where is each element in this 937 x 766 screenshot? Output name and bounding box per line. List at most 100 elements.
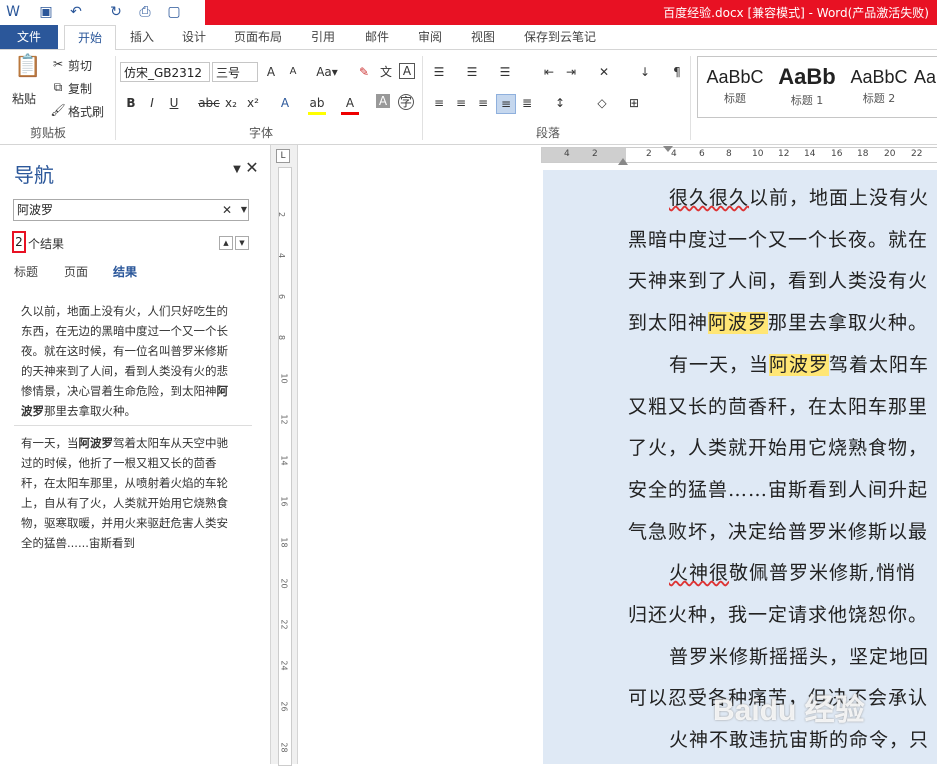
- multilevel-list-icon[interactable]: ☰: [496, 63, 514, 81]
- tab-headings[interactable]: 标题: [14, 263, 38, 280]
- document-line: 到太阳神阿波罗那里去拿取火种。: [628, 308, 928, 335]
- tab-layout[interactable]: 页面布局: [234, 25, 282, 49]
- clear-search-icon[interactable]: ✕: [218, 201, 236, 219]
- line-text: 那里去拿取火种。: [768, 312, 929, 335]
- strikethrough-icon[interactable]: abc: [198, 94, 220, 112]
- borders-icon[interactable]: ⊞: [625, 94, 643, 112]
- document-line: 很久很久以前，地面上没有火: [669, 183, 929, 210]
- line-text: 安全的猛兽……宙斯看到人间升起: [628, 478, 929, 501]
- subscript-icon[interactable]: x₂: [222, 94, 240, 112]
- style-next[interactable]: Aa: [914, 59, 936, 115]
- document-line: 黑暗中度过一个又一个长夜。就在: [628, 225, 928, 252]
- ruler-number: 2: [592, 149, 598, 159]
- text-effects-icon[interactable]: A: [276, 94, 294, 112]
- result-suffix: 个结果: [28, 237, 65, 251]
- tab-selector-icon[interactable]: L: [276, 149, 290, 163]
- style-heading-1[interactable]: AaBb 标题 1: [772, 59, 842, 115]
- group-divider: [422, 56, 423, 140]
- indent-marker-icon[interactable]: [618, 158, 628, 165]
- search-input[interactable]: 阿波罗: [13, 199, 249, 221]
- align-center-icon[interactable]: ≡: [452, 94, 470, 112]
- style-heading-2[interactable]: AaBbC 标题 2: [844, 59, 914, 115]
- increase-indent-icon[interactable]: ⇥: [562, 63, 580, 81]
- tab-view[interactable]: 视图: [471, 25, 495, 49]
- line-text: 又粗又长的茴香秆，在太阳车那里: [628, 395, 929, 418]
- line-text: 到太阳神: [628, 312, 709, 335]
- ruler-number: 14: [279, 455, 289, 466]
- ruler-number: 8: [277, 334, 287, 341]
- show-marks-icon[interactable]: ¶: [668, 63, 686, 81]
- phonetic-guide-icon[interactable]: 文: [377, 63, 395, 81]
- highlight-icon[interactable]: ab: [308, 94, 326, 115]
- document-line: 了火，人类就开始用它烧熟食物，: [628, 433, 928, 460]
- tab-review[interactable]: 审阅: [418, 25, 442, 49]
- bullets-icon[interactable]: ☰: [430, 63, 448, 81]
- tab-insert[interactable]: 插入: [130, 25, 154, 49]
- close-icon[interactable]: ✕: [243, 159, 261, 177]
- tab-results[interactable]: 结果: [113, 263, 137, 280]
- print-preview-icon[interactable]: ⎙: [136, 3, 154, 21]
- font-name-select[interactable]: 仿宋_GB2312: [120, 62, 210, 82]
- style-preview: Aa: [914, 67, 936, 87]
- font-color-icon[interactable]: A: [341, 94, 359, 115]
- sort-icon[interactable]: ↓: [636, 63, 654, 81]
- line-text: 驾着太阳车: [829, 353, 930, 376]
- document-line: 有一天，当阿波罗驾着太阳车: [669, 350, 929, 377]
- char-shading-icon[interactable]: A: [376, 94, 390, 108]
- ruler-margin: [542, 148, 626, 162]
- search-result-item[interactable]: 有一天，当阿波罗驾着太阳车从天空中驰过的时候，他折了一根又粗又长的茴香秆，在太阳…: [21, 433, 231, 553]
- shading-icon[interactable]: ◇: [593, 94, 611, 112]
- group-divider: [115, 56, 116, 140]
- first-line-indent-icon[interactable]: [663, 146, 673, 152]
- tab-pages[interactable]: 页面: [64, 263, 88, 280]
- document-page[interactable]: 很久很久以前，地面上没有火 黑暗中度过一个又一个长夜。就在 天神来到了人间，看到人类…: [543, 170, 937, 764]
- font-size-select[interactable]: 三号: [212, 62, 258, 82]
- horizontal-ruler: 4 2 2 4 6 8 10 12 14 16 18 20 22: [541, 147, 937, 163]
- clear-format-icon[interactable]: ✎: [355, 63, 373, 81]
- tab-cloud-notes[interactable]: 保存到云笔记: [524, 25, 596, 49]
- tab-home[interactable]: 开始: [64, 25, 116, 51]
- underline-icon[interactable]: U: [165, 94, 183, 112]
- search-result-item[interactable]: 久以前，地面上没有火，人们只好吃生的东西，在无边的黑暗中度过一个又一个长夜。就在…: [21, 301, 231, 421]
- ruler-number: 12: [778, 149, 790, 159]
- format-painter-button[interactable]: 格式刷: [68, 103, 104, 120]
- style-name: 标题 2: [862, 92, 896, 105]
- tab-references[interactable]: 引用: [311, 25, 335, 49]
- new-doc-icon[interactable]: ▢: [165, 3, 183, 21]
- tab-design[interactable]: 设计: [182, 25, 206, 49]
- undo-icon[interactable]: ↶: [67, 3, 85, 21]
- enclose-char-icon[interactable]: 字: [398, 94, 414, 110]
- style-title[interactable]: AaBbC 标题: [700, 59, 770, 115]
- cut-button[interactable]: 剪切: [68, 57, 92, 74]
- grow-font-icon[interactable]: A: [262, 63, 280, 81]
- prev-result-icon[interactable]: ▲: [219, 236, 233, 250]
- copy-button[interactable]: 复制: [68, 80, 92, 97]
- decrease-indent-icon[interactable]: ⇤: [540, 63, 558, 81]
- align-right-icon[interactable]: ≡: [474, 94, 492, 112]
- tab-file[interactable]: 文件: [0, 25, 58, 49]
- next-result-icon[interactable]: ▼: [235, 236, 249, 250]
- paste-button[interactable]: 粘贴: [12, 90, 36, 107]
- line-text: 有一天，当: [669, 353, 770, 376]
- italic-icon[interactable]: I: [143, 94, 161, 112]
- justify-icon[interactable]: ≡: [496, 94, 516, 114]
- superscript-icon[interactable]: x²: [244, 94, 262, 112]
- paste-icon: 📋: [14, 54, 42, 79]
- save-icon[interactable]: ▣: [37, 3, 55, 21]
- search-dropdown-icon[interactable]: ▼: [235, 201, 253, 219]
- align-left-icon[interactable]: ≡: [430, 94, 448, 112]
- char-border-icon[interactable]: A: [399, 63, 415, 79]
- ruler-number: 18: [857, 149, 869, 159]
- line-text: 敬佩普罗米修斯,悄悄: [729, 562, 917, 585]
- chinese-layout-icon[interactable]: ✕: [595, 63, 613, 81]
- line-spacing-icon[interactable]: ↕: [551, 94, 569, 112]
- redo-icon[interactable]: ↻: [107, 3, 125, 21]
- distributed-icon[interactable]: ≣: [518, 94, 536, 112]
- style-preview: AaBb: [778, 64, 836, 89]
- numbering-icon[interactable]: ☰: [463, 63, 481, 81]
- tab-mailings[interactable]: 邮件: [365, 25, 389, 49]
- change-case-icon[interactable]: Aa▾: [312, 63, 342, 81]
- ruler-number: 28: [279, 742, 289, 753]
- bold-icon[interactable]: B: [122, 94, 140, 112]
- shrink-font-icon[interactable]: A: [284, 63, 302, 81]
